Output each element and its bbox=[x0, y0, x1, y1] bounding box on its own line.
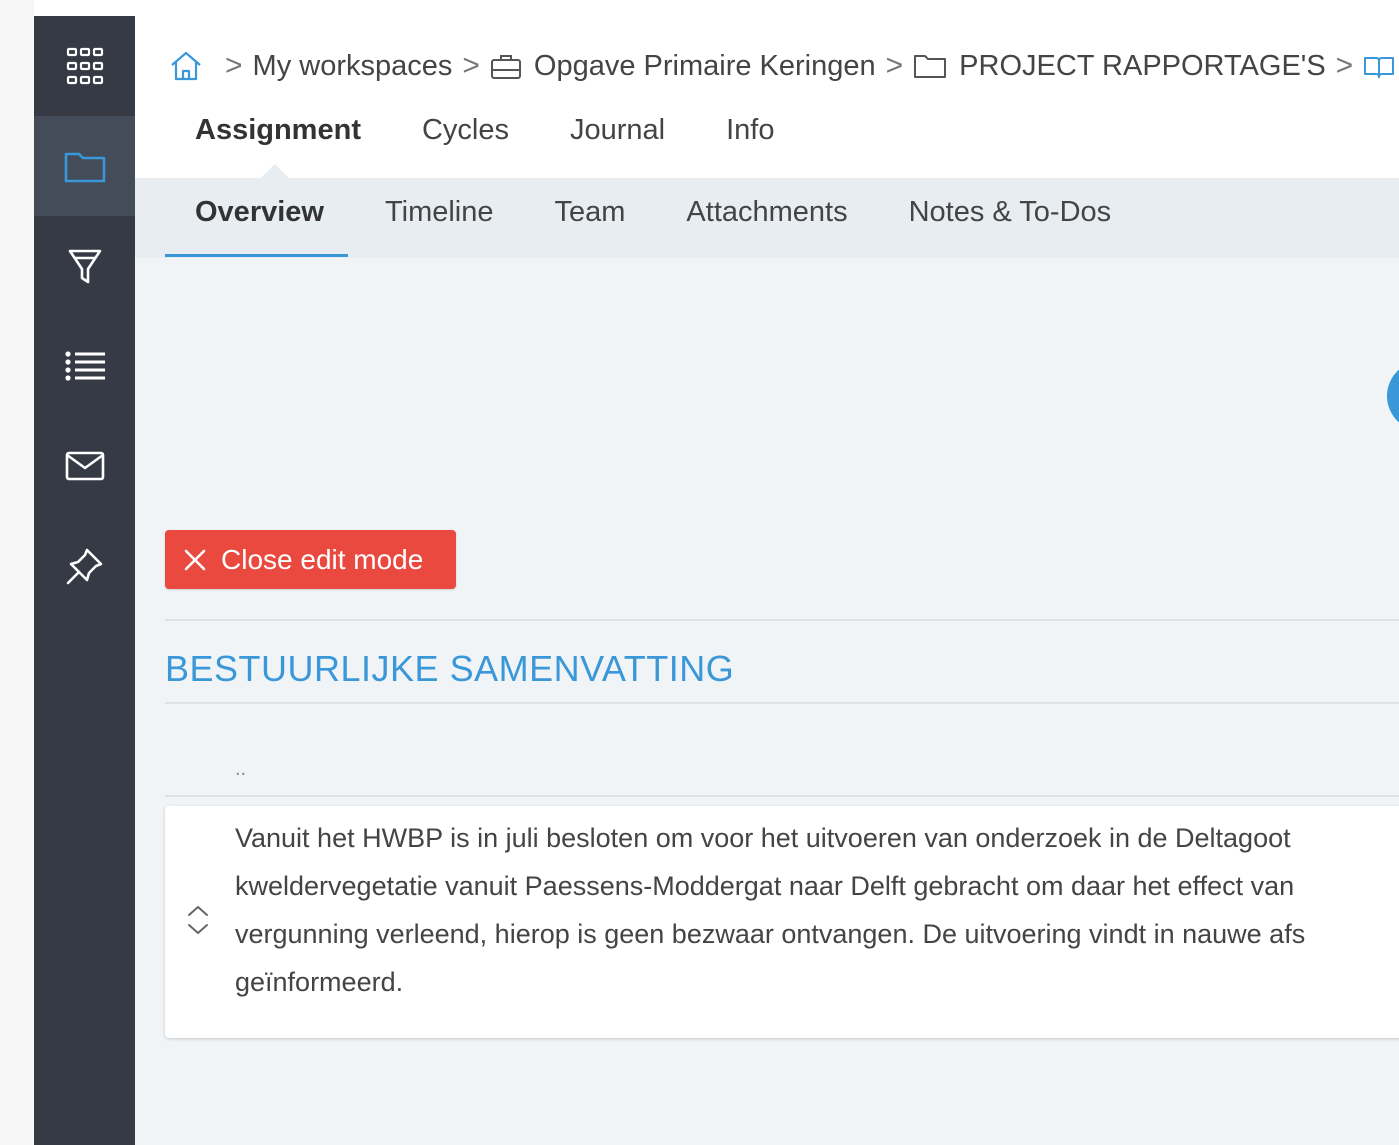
divider bbox=[165, 795, 1399, 797]
active-subtab-underline bbox=[165, 254, 348, 257]
close-icon bbox=[183, 548, 207, 572]
primary-tabs: Assignment Cycles Journal Info bbox=[195, 114, 836, 154]
chevron-right-icon: > bbox=[885, 49, 904, 82]
summary-line: geïnformeerd. bbox=[235, 967, 404, 997]
apps-grid-icon bbox=[66, 47, 103, 85]
active-tab-pointer bbox=[261, 164, 289, 178]
tab-attachments[interactable]: Attachments bbox=[686, 196, 847, 229]
summary-text-block[interactable]: Vanuit het HWBP is in juli besloten om v… bbox=[165, 806, 1399, 1038]
section-title: BESTUURLIJKE SAMENVATTING bbox=[165, 648, 735, 689]
sidebar bbox=[34, 16, 135, 1145]
tab-cycles[interactable]: Cycles bbox=[422, 114, 509, 154]
divider bbox=[165, 619, 1399, 621]
briefcase-icon bbox=[490, 52, 522, 80]
floating-action-button[interactable] bbox=[1387, 361, 1399, 431]
placeholder-dots: .. bbox=[235, 758, 247, 780]
summary-line: kweldervegetatie vanuit Paessens-Modderg… bbox=[235, 871, 1295, 901]
folder-icon bbox=[913, 53, 947, 79]
divider bbox=[165, 702, 1399, 704]
sidebar-item-pinned[interactable] bbox=[34, 516, 135, 616]
summary-text: Vanuit het HWBP is in juli besloten om v… bbox=[235, 814, 1399, 1006]
folder-icon bbox=[64, 152, 105, 183]
mail-icon bbox=[65, 451, 104, 481]
tab-team[interactable]: Team bbox=[555, 196, 626, 229]
chevron-right-icon: > bbox=[1335, 49, 1354, 82]
sort-arrows-icon[interactable] bbox=[185, 903, 211, 942]
summary-line: Vanuit het HWBP is in juli besloten om v… bbox=[235, 823, 1291, 853]
chevron-right-icon: > bbox=[462, 49, 480, 82]
top-bar bbox=[34, 0, 1399, 17]
page-header: > My workspaces > Opgave Primaire Kering… bbox=[135, 16, 1399, 178]
chevron-right-icon: > bbox=[225, 49, 243, 82]
secondary-tabs: Overview Timeline Team Attachments Notes… bbox=[135, 178, 1399, 258]
main-content: > My workspaces > Opgave Primaire Kering… bbox=[135, 16, 1399, 1145]
filter-icon bbox=[68, 249, 101, 284]
close-edit-mode-label: Close edit mode bbox=[221, 543, 424, 575]
sidebar-item-list[interactable] bbox=[34, 316, 135, 416]
breadcrumb: > My workspaces > Opgave Primaire Kering… bbox=[169, 46, 1399, 86]
sidebar-item-mail[interactable] bbox=[34, 416, 135, 516]
breadcrumb-item-opgave[interactable]: Opgave Primaire Keringen bbox=[534, 50, 876, 83]
tab-timeline[interactable]: Timeline bbox=[385, 196, 494, 229]
summary-line: vergunning verleend, hierop is geen bezw… bbox=[235, 919, 1306, 949]
sidebar-item-apps[interactable] bbox=[34, 16, 135, 116]
pin-icon bbox=[66, 548, 102, 585]
sidebar-item-filter[interactable] bbox=[34, 216, 135, 316]
tab-assignment[interactable]: Assignment bbox=[195, 114, 361, 154]
tab-notes-todos[interactable]: Notes & To-Dos bbox=[909, 196, 1112, 229]
list-icon bbox=[64, 351, 105, 381]
book-icon[interactable] bbox=[1363, 53, 1395, 79]
breadcrumb-item-workspaces[interactable]: My workspaces bbox=[253, 50, 453, 83]
left-margin bbox=[0, 0, 34, 1145]
tab-journal[interactable]: Journal bbox=[570, 114, 665, 154]
close-edit-mode-button[interactable]: Close edit mode bbox=[165, 530, 456, 589]
breadcrumb-item-project[interactable]: PROJECT RAPPORTAGE'S bbox=[959, 50, 1326, 83]
sidebar-item-folders[interactable] bbox=[34, 116, 135, 216]
home-icon[interactable] bbox=[169, 50, 203, 82]
tab-overview[interactable]: Overview bbox=[195, 196, 324, 229]
tab-info[interactable]: Info bbox=[726, 114, 774, 154]
